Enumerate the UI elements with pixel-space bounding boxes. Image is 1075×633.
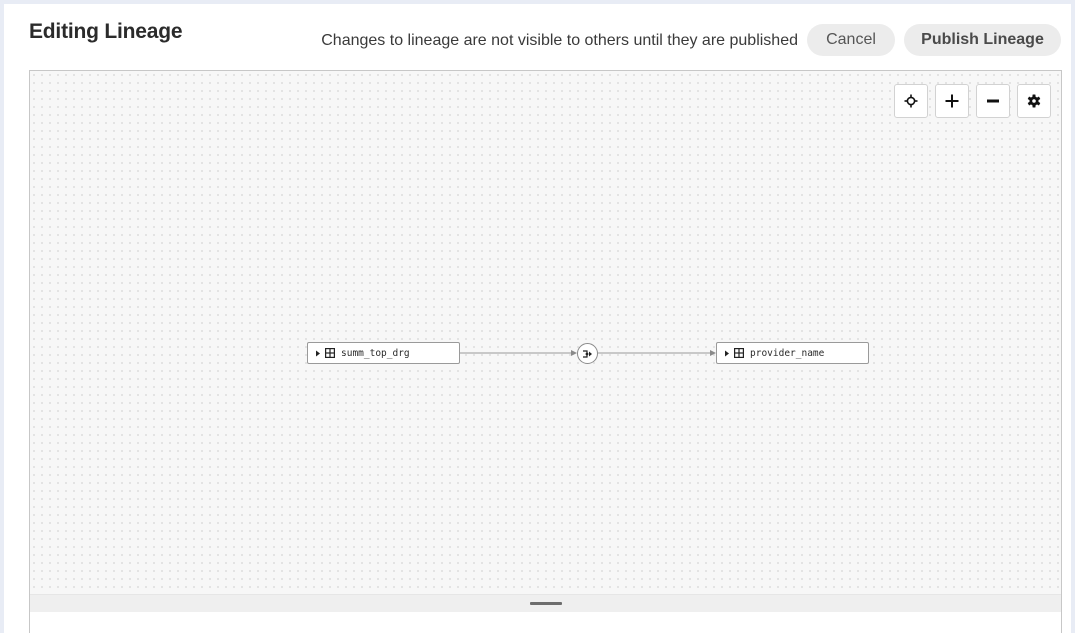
lineage-editor-panel: Editing Lineage Changes to lineage are n… <box>4 4 1071 633</box>
expand-caret-icon[interactable] <box>724 350 734 357</box>
recenter-button[interactable] <box>894 84 928 118</box>
details-pane <box>30 612 1061 633</box>
transform-icon <box>582 349 592 358</box>
zoom-in-icon <box>945 94 959 108</box>
node-label: provider_name <box>750 347 825 359</box>
zoom-out-icon <box>987 99 999 103</box>
settings-icon <box>1027 94 1041 108</box>
resize-handle-bar[interactable] <box>30 594 1061 612</box>
zoom-in-button[interactable] <box>935 84 969 118</box>
lineage-canvas[interactable]: summ_top_drg provider_name <box>29 70 1062 633</box>
zoom-out-button[interactable] <box>976 84 1010 118</box>
operation-node[interactable] <box>577 343 598 364</box>
settings-button[interactable] <box>1017 84 1051 118</box>
publish-lineage-button[interactable]: Publish Lineage <box>904 24 1061 56</box>
lineage-node-target[interactable]: provider_name <box>716 342 869 364</box>
table-icon <box>734 348 750 358</box>
lineage-node-source[interactable]: summ_top_drg <box>307 342 460 364</box>
expand-caret-icon[interactable] <box>315 350 325 357</box>
canvas-toolbar <box>894 84 1051 118</box>
node-label: summ_top_drg <box>341 347 410 359</box>
publish-notice: Changes to lineage are not visible to ot… <box>321 32 798 49</box>
page-title: Editing Lineage <box>29 20 183 43</box>
lineage-edges <box>460 350 716 356</box>
drag-handle-icon[interactable] <box>529 602 562 605</box>
table-icon <box>325 348 341 358</box>
recenter-icon <box>904 94 918 108</box>
cancel-button[interactable]: Cancel <box>807 24 895 56</box>
